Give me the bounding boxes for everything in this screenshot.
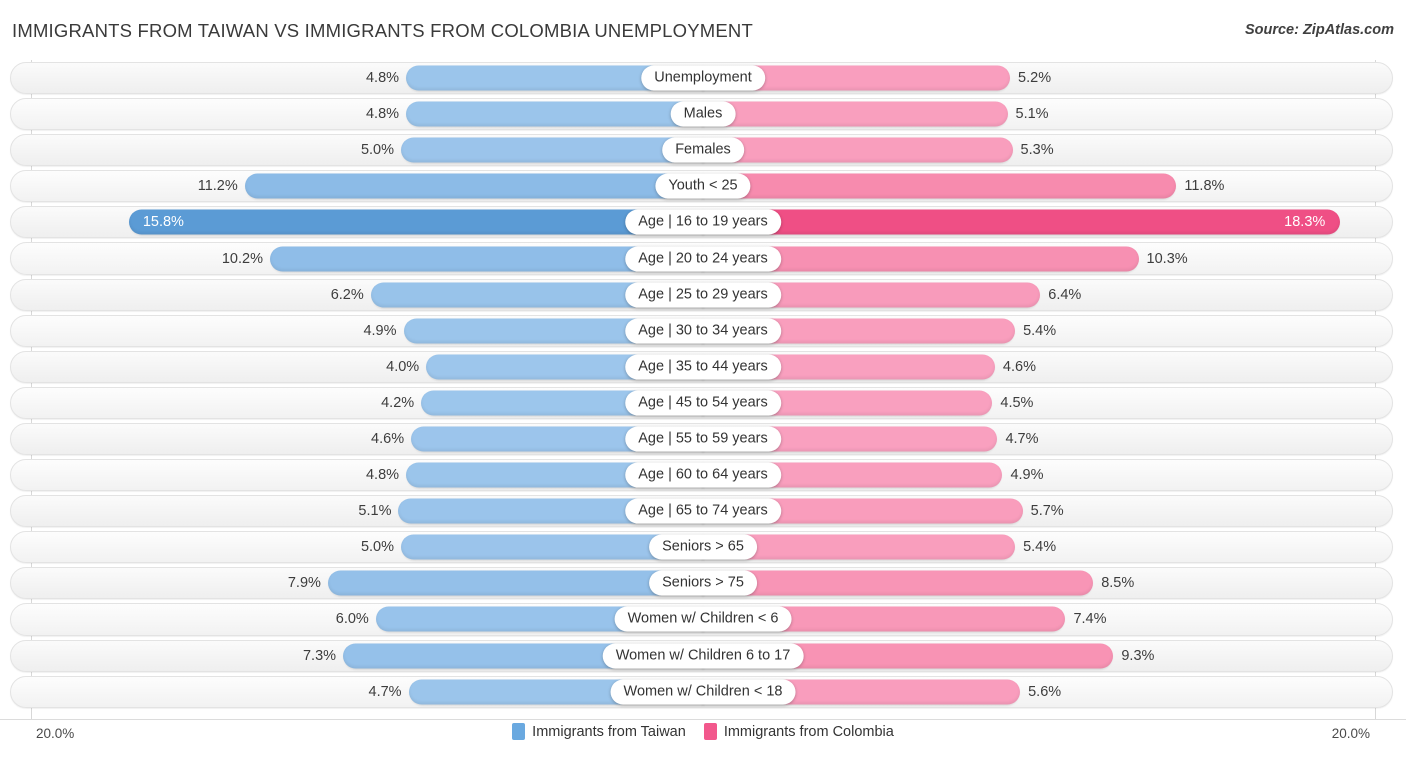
chart-row[interactable]: 15.8% 18.3% Age | 16 to 19 years — [0, 204, 1406, 240]
bar-value-left: 4.9% — [363, 323, 396, 339]
chart-row[interactable]: 7.9% 8.5% Seniors > 75 — [0, 565, 1406, 601]
row-category-label[interactable]: Women w/ Children < 18 — [611, 679, 796, 704]
row-category-label[interactable]: Seniors > 75 — [649, 571, 757, 596]
bar-value-left: 7.9% — [288, 575, 321, 591]
bar-right-colombia[interactable] — [703, 102, 1008, 127]
bar-value-left: 4.2% — [381, 395, 414, 411]
bar-value-right: 4.9% — [1010, 467, 1043, 483]
chart-row[interactable]: 5.0% 5.4% Seniors > 65 — [0, 529, 1406, 565]
bar-right-colombia[interactable] — [703, 571, 1093, 596]
legend-label-taiwan: Immigrants from Taiwan — [532, 724, 686, 740]
bar-value-left: 4.8% — [366, 106, 399, 122]
chart-legend: Immigrants from Taiwan Immigrants from C… — [0, 723, 1406, 740]
chart-row[interactable]: 4.8% 5.1% Males — [0, 96, 1406, 132]
axis-baseline — [0, 719, 1406, 720]
chart-row[interactable]: 7.3% 9.3% Women w/ Children 6 to 17 — [0, 638, 1406, 674]
chart-row[interactable]: 4.2% 4.5% Age | 45 to 54 years — [0, 385, 1406, 421]
bar-right-colombia[interactable] — [703, 138, 1013, 163]
bar-value-left: 5.0% — [361, 539, 394, 555]
page-title: IMMIGRANTS FROM TAIWAN VS IMMIGRANTS FRO… — [12, 20, 753, 42]
bar-value-left: 4.7% — [369, 684, 402, 700]
chart-row[interactable]: 4.7% 5.6% Women w/ Children < 18 — [0, 674, 1406, 710]
row-category-label[interactable]: Age | 65 to 74 years — [625, 499, 781, 524]
bar-value-left: 6.2% — [331, 287, 364, 303]
bar-value-left: 10.2% — [222, 251, 263, 267]
bar-value-right: 6.4% — [1048, 287, 1081, 303]
chart-row[interactable]: 5.1% 5.7% Age | 65 to 74 years — [0, 493, 1406, 529]
bar-value-left: 11.2% — [198, 178, 238, 194]
row-category-label[interactable]: Age | 16 to 19 years — [625, 210, 781, 235]
bar-value-left: 4.8% — [366, 467, 399, 483]
bar-value-left: 6.0% — [336, 611, 369, 627]
row-category-label[interactable]: Youth < 25 — [655, 174, 750, 199]
legend-swatch-taiwan — [512, 723, 525, 740]
chart-row[interactable]: 6.2% 6.4% Age | 25 to 29 years — [0, 277, 1406, 313]
chart-row[interactable]: 11.2% 11.8% Youth < 25 — [0, 168, 1406, 204]
bar-value-right: 5.6% — [1028, 684, 1061, 700]
row-category-label[interactable]: Females — [662, 138, 744, 163]
bar-value-left: 4.8% — [366, 70, 399, 86]
chart-row[interactable]: 5.0% 5.3% Females — [0, 132, 1406, 168]
row-category-label[interactable]: Age | 60 to 64 years — [625, 463, 781, 488]
bar-left-taiwan[interactable] — [245, 174, 703, 199]
chart-row[interactable]: 4.0% 4.6% Age | 35 to 44 years — [0, 349, 1406, 385]
chart-row[interactable]: 10.2% 10.3% Age | 20 to 24 years — [0, 240, 1406, 276]
bar-value-right: 5.4% — [1023, 323, 1056, 339]
chart-row[interactable]: 4.8% 5.2% Unemployment — [0, 60, 1406, 96]
bar-value-right: 5.1% — [1016, 106, 1049, 122]
chart-row[interactable]: 4.9% 5.4% Age | 30 to 34 years — [0, 313, 1406, 349]
bar-left-taiwan[interactable] — [129, 210, 703, 235]
bar-value-left: 7.3% — [303, 648, 336, 664]
bar-left-taiwan[interactable] — [328, 571, 703, 596]
bar-value-right: 5.3% — [1021, 142, 1054, 158]
row-category-label[interactable]: Age | 30 to 34 years — [625, 318, 781, 343]
bar-value-right: 18.3% — [1284, 214, 1325, 230]
bar-value-right: 7.4% — [1073, 611, 1106, 627]
legend-label-colombia: Immigrants from Colombia — [724, 724, 894, 740]
legend-item-taiwan[interactable]: Immigrants from Taiwan — [512, 723, 686, 740]
row-category-label[interactable]: Males — [671, 102, 736, 127]
bar-value-right: 4.5% — [1000, 395, 1033, 411]
source-label: Source: ZipAtlas.com — [1245, 22, 1394, 38]
bar-value-left: 4.6% — [371, 431, 404, 447]
chart-plot-area: 4.8% 5.2% Unemployment 4.8% 5.1% Males 5.0% 5.3… — [0, 60, 1406, 720]
bar-value-right: 5.4% — [1023, 539, 1056, 555]
chart-row[interactable]: 6.0% 7.4% Women w/ Children < 6 — [0, 601, 1406, 637]
bar-value-left: 5.1% — [358, 503, 391, 519]
row-category-label[interactable]: Seniors > 65 — [649, 535, 757, 560]
row-category-label[interactable]: Unemployment — [641, 66, 765, 91]
bar-value-left: 5.0% — [361, 142, 394, 158]
chart-row[interactable]: 4.6% 4.7% Age | 55 to 59 years — [0, 421, 1406, 457]
row-category-label[interactable]: Women w/ Children < 6 — [615, 607, 792, 632]
chart-row[interactable]: 4.8% 4.9% Age | 60 to 64 years — [0, 457, 1406, 493]
bar-value-left: 4.0% — [386, 359, 419, 375]
bar-left-taiwan[interactable] — [406, 102, 703, 127]
bar-right-colombia[interactable] — [703, 210, 1340, 235]
chart-rows: 4.8% 5.2% Unemployment 4.8% 5.1% Males 5.0% 5.3… — [0, 60, 1406, 710]
bar-value-right: 5.7% — [1031, 503, 1064, 519]
bar-left-taiwan[interactable] — [401, 138, 703, 163]
row-category-label[interactable]: Age | 20 to 24 years — [625, 246, 781, 271]
row-category-label[interactable]: Age | 25 to 29 years — [625, 282, 781, 307]
bar-value-left: 15.8% — [143, 214, 184, 230]
bar-value-right: 4.6% — [1003, 359, 1036, 375]
legend-swatch-colombia — [704, 723, 717, 740]
bar-value-right: 9.3% — [1121, 648, 1154, 664]
bar-value-right: 11.8% — [1184, 178, 1224, 194]
bar-value-right: 5.2% — [1018, 70, 1051, 86]
bar-value-right: 8.5% — [1101, 575, 1134, 591]
row-category-label[interactable]: Age | 55 to 59 years — [625, 426, 781, 451]
row-category-label[interactable]: Age | 35 to 44 years — [625, 354, 781, 379]
row-category-label[interactable]: Women w/ Children 6 to 17 — [603, 643, 804, 668]
bar-value-right: 10.3% — [1147, 251, 1188, 267]
legend-item-colombia[interactable]: Immigrants from Colombia — [704, 723, 894, 740]
bar-right-colombia[interactable] — [703, 174, 1176, 199]
row-category-label[interactable]: Age | 45 to 54 years — [625, 390, 781, 415]
bar-value-right: 4.7% — [1005, 431, 1038, 447]
